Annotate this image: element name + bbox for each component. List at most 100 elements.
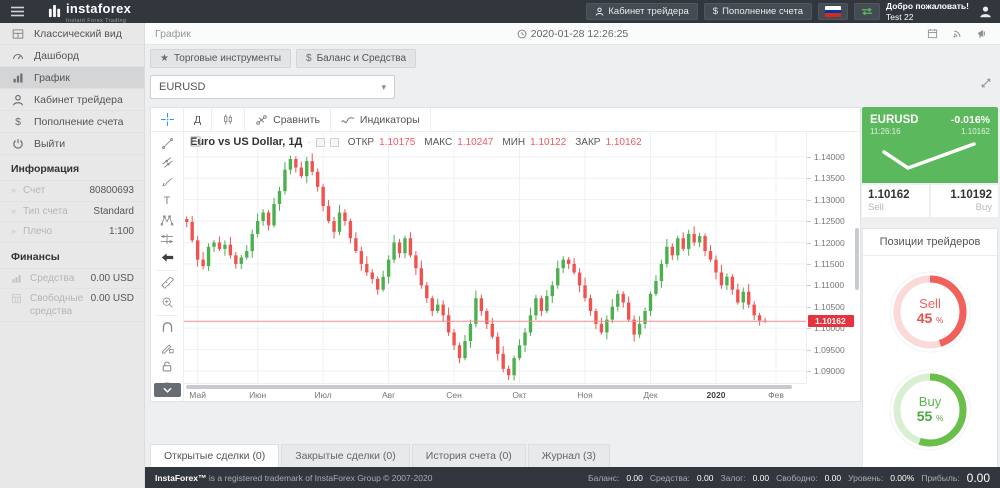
vertical-scrollbar[interactable] bbox=[855, 228, 859, 290]
quick-actions-row: ★ Торговые инструменты $ Баланс и Средст… bbox=[145, 45, 1000, 71]
sell-gauge-label: Sell bbox=[919, 297, 941, 311]
last-price-badge: 1.10162 bbox=[808, 315, 854, 327]
percent-sign: % bbox=[936, 316, 943, 325]
username: Test 22 bbox=[886, 12, 913, 22]
collapse-toolbar-button[interactable] bbox=[154, 383, 181, 397]
tab-journal[interactable]: Журнал (3) bbox=[528, 444, 610, 467]
sidebar-item-label: График bbox=[34, 72, 70, 84]
price-axis[interactable]: 1.140001.135001.130001.125001.120001.115… bbox=[806, 132, 860, 383]
sidebar-item-label: Выйти bbox=[34, 138, 65, 150]
page-topbar: График 2020-01-28 12:26:25 bbox=[145, 23, 1000, 45]
chevrons-icon: » bbox=[11, 206, 16, 216]
arrow-tool-icon[interactable] bbox=[156, 250, 178, 265]
header-trader-cabinet-button[interactable]: Кабинет трейдера bbox=[586, 3, 697, 20]
person-icon bbox=[11, 94, 25, 106]
legend-settings-icon[interactable] bbox=[330, 138, 339, 147]
sidebar-item-deposit[interactable]: $ Пополнение счета bbox=[0, 111, 144, 133]
text-tool-icon[interactable]: T bbox=[156, 193, 178, 208]
ohlc-high-label: МАКС bbox=[424, 137, 452, 148]
stat-label: Уровень: bbox=[848, 473, 883, 483]
language-flag-button[interactable] bbox=[818, 3, 848, 20]
indicators-button[interactable]: Индикаторы bbox=[331, 108, 431, 131]
ruler-icon[interactable] bbox=[156, 276, 178, 291]
crosshair-tool[interactable] bbox=[151, 108, 184, 131]
symbol-select[interactable]: EURUSD ▾ bbox=[150, 75, 395, 99]
ohlc-low-label: МИН bbox=[502, 137, 525, 148]
time-axis[interactable]: МайИюнИюлАвгСенОктНояДек2020Фев bbox=[184, 383, 806, 401]
ohlc-close-value: 1.10162 bbox=[605, 137, 641, 148]
russian-flag-icon bbox=[825, 6, 841, 17]
info-row-leverage: » Плечо 1:100 bbox=[0, 222, 144, 243]
buy-button[interactable]: 1.10192 Buy bbox=[931, 185, 998, 217]
balance-funds-button[interactable]: $ Баланс и Средства bbox=[296, 49, 416, 68]
zoom-in-icon[interactable] bbox=[156, 295, 178, 310]
star-icon: ★ bbox=[160, 53, 169, 64]
timeframe-label: Д bbox=[194, 114, 201, 126]
drawing-lock-icon[interactable] bbox=[156, 340, 178, 355]
info-value: 80800693 bbox=[90, 185, 135, 196]
brush-icon[interactable] bbox=[156, 174, 178, 189]
stat-label: Прибыль: bbox=[921, 473, 959, 483]
collapse-legend-icon[interactable] bbox=[190, 136, 201, 147]
stat-label: Средства: bbox=[650, 473, 690, 483]
tab-open-trades[interactable]: Открытые сделки (0) bbox=[150, 444, 279, 467]
swap-account-button[interactable] bbox=[854, 3, 880, 20]
header-deposit-label: Пополнение счета bbox=[722, 6, 803, 17]
sidebar-item-trader-cabinet[interactable]: Кабинет трейдера bbox=[0, 89, 144, 111]
compare-button[interactable]: Сравнить bbox=[245, 108, 331, 131]
quote-change: -0.016% bbox=[951, 114, 990, 126]
stat-value: 0.00 bbox=[753, 473, 770, 483]
compare-label: Сравнить bbox=[273, 114, 320, 126]
info-value: Standard bbox=[93, 206, 134, 217]
user-avatar-icon[interactable] bbox=[979, 5, 992, 18]
welcome-text: Добро пожаловать! bbox=[886, 1, 969, 12]
fullscreen-icon[interactable] bbox=[980, 77, 992, 89]
instaforex-logo[interactable]: instaforex Instant Forex Trading bbox=[48, 0, 131, 24]
info-value: 1:100 bbox=[109, 226, 134, 237]
trading-instruments-button[interactable]: ★ Торговые инструменты bbox=[150, 49, 291, 68]
timeframe-button[interactable]: Д bbox=[184, 108, 212, 131]
chart-style-button[interactable] bbox=[212, 108, 245, 131]
position-tool-icon[interactable] bbox=[156, 231, 178, 246]
sidebar-item-classic-view[interactable]: Классический вид bbox=[0, 23, 144, 45]
channel-icon[interactable] bbox=[156, 155, 178, 170]
tab-closed-trades[interactable]: Закрытые сделки (0) bbox=[281, 444, 409, 467]
sell-button[interactable]: 1.10162 Sell bbox=[862, 185, 929, 217]
pattern-icon[interactable] bbox=[156, 212, 178, 227]
info-label: Тип счета bbox=[23, 206, 93, 219]
sidebar-item-chart[interactable]: График bbox=[0, 67, 144, 89]
horizontal-scrollbar[interactable] bbox=[186, 385, 792, 389]
ohlc-close-label: ЗАКР bbox=[575, 137, 600, 148]
candlestick-plot[interactable]: Euro vs US Dollar, 1Д · ОТКР 1.10175 МАК… bbox=[184, 132, 806, 383]
info-label: Плечо bbox=[23, 226, 109, 239]
sidebar-item-logout[interactable]: Выйти bbox=[0, 133, 144, 155]
info-label: Счет bbox=[23, 185, 89, 198]
quote-card[interactable]: EURUSD -0.016% 11:26:16 1.10162 bbox=[862, 107, 998, 183]
footer-copyright: InstaForex™ is a registered trademark of… bbox=[155, 473, 432, 483]
finance-row-funds: Средства 0.00 USD bbox=[0, 269, 144, 290]
menu-hamburger-icon[interactable] bbox=[0, 0, 34, 23]
stat-label: Залог: bbox=[720, 473, 745, 483]
tab-account-history[interactable]: История счета (0) bbox=[412, 444, 526, 467]
magnet-icon[interactable] bbox=[156, 321, 178, 336]
rss-icon[interactable] bbox=[952, 28, 963, 39]
buy-price: 1.10192 bbox=[937, 189, 992, 201]
chart-title: Euro vs US Dollar, 1Д bbox=[190, 136, 302, 148]
sidebar-item-dashboard[interactable]: Дашборд bbox=[0, 45, 144, 67]
legend-settings-icon[interactable] bbox=[316, 138, 325, 147]
chart-legend: Euro vs US Dollar, 1Д · ОТКР 1.10175 МАК… bbox=[190, 136, 642, 148]
ohlc-high-value: 1.10247 bbox=[457, 137, 493, 148]
lock-icon[interactable] bbox=[156, 359, 178, 374]
trendline-icon[interactable] bbox=[156, 136, 178, 151]
stat-label: Свободно: bbox=[776, 473, 817, 483]
dollar-icon: $ bbox=[713, 6, 718, 17]
header-deposit-button[interactable]: $ Пополнение счета bbox=[704, 3, 812, 20]
stat-value: 0.00% bbox=[890, 473, 914, 483]
grid-icon bbox=[11, 28, 25, 40]
clock-icon bbox=[517, 29, 527, 39]
calendar-icon[interactable] bbox=[927, 28, 938, 39]
sidebar-item-label: Классический вид bbox=[34, 28, 122, 40]
info-row-account-type: » Тип счета Standard bbox=[0, 202, 144, 223]
announcement-icon[interactable] bbox=[977, 28, 988, 39]
ohlc-open-label: ОТКР bbox=[348, 137, 374, 148]
